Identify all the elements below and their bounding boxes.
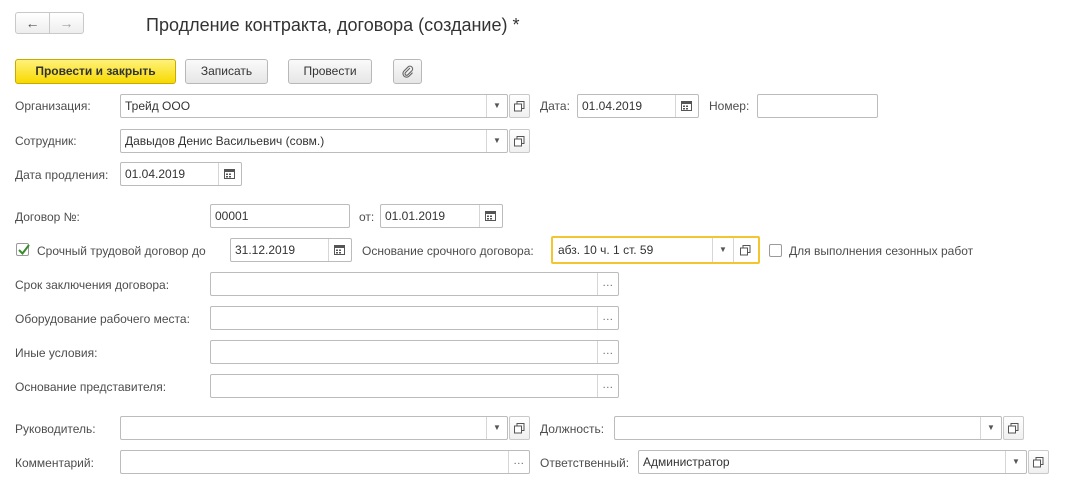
fixed-basis-open-button[interactable] bbox=[733, 238, 758, 262]
responsible-label: Ответственный: bbox=[540, 456, 630, 470]
comment-label: Комментарий: bbox=[15, 456, 94, 470]
arrow-right-icon: → bbox=[59, 15, 74, 31]
chevron-down-icon[interactable]: ▼ bbox=[980, 417, 1001, 439]
fixed-term-date-field[interactable]: 31.12.2019 bbox=[230, 238, 352, 262]
date-value: 01.04.2019 bbox=[582, 99, 643, 113]
rep-basis-field[interactable]: ... bbox=[210, 374, 619, 398]
responsible-value: Администратор bbox=[643, 455, 730, 469]
term-select-button[interactable]: ... bbox=[597, 273, 618, 295]
position-field[interactable]: ▼ bbox=[614, 416, 1002, 440]
extension-date-value: 01.04.2019 bbox=[125, 167, 186, 181]
chevron-down-icon[interactable]: ▼ bbox=[486, 417, 507, 439]
organization-value: Трейд ООО bbox=[125, 99, 191, 113]
open-icon bbox=[1033, 457, 1044, 468]
chevron-down-icon[interactable]: ▼ bbox=[712, 238, 733, 262]
organization-label: Организация: bbox=[15, 99, 91, 113]
contract-from-calendar-button[interactable] bbox=[479, 205, 502, 227]
organization-field[interactable]: Трейд ООО ▼ bbox=[120, 94, 508, 118]
contract-no-field[interactable]: 00001 bbox=[210, 204, 350, 228]
contract-from-field[interactable]: 01.01.2019 bbox=[380, 204, 503, 228]
fixed-term-checkbox[interactable] bbox=[16, 243, 30, 256]
other-conditions-select-button[interactable]: ... bbox=[597, 341, 618, 363]
chevron-down-icon[interactable]: ▼ bbox=[486, 95, 507, 117]
contract-no-label: Договор №: bbox=[15, 210, 80, 224]
contract-from-value: 01.01.2019 bbox=[385, 209, 446, 223]
contract-from-label: от: bbox=[359, 210, 375, 224]
number-label: Номер: bbox=[709, 99, 750, 113]
calendar-icon bbox=[224, 169, 235, 179]
seasonal-checkbox[interactable] bbox=[769, 244, 782, 257]
fixed-term-calendar-button[interactable] bbox=[328, 239, 351, 261]
contract-no-value: 00001 bbox=[215, 209, 249, 223]
calendar-icon bbox=[485, 211, 496, 221]
open-icon bbox=[740, 245, 751, 256]
employee-open-button[interactable] bbox=[509, 129, 530, 153]
checkmark-icon bbox=[18, 244, 30, 256]
equipment-select-button[interactable]: ... bbox=[597, 307, 618, 329]
fixed-basis-label: Основание срочного договора: bbox=[362, 244, 534, 258]
open-icon bbox=[514, 136, 525, 147]
responsible-open-button[interactable] bbox=[1028, 450, 1049, 474]
other-conditions-label: Иные условия: bbox=[15, 346, 98, 360]
forward-button[interactable]: → bbox=[49, 12, 84, 34]
open-icon bbox=[514, 101, 525, 112]
post-and-close-button[interactable]: Провести и закрыть bbox=[15, 59, 176, 84]
head-field[interactable]: ▼ bbox=[120, 416, 508, 440]
date-calendar-button[interactable] bbox=[675, 95, 698, 117]
chevron-down-icon[interactable]: ▼ bbox=[486, 130, 507, 152]
position-open-button[interactable] bbox=[1003, 416, 1024, 440]
responsible-field[interactable]: Администратор ▼ bbox=[638, 450, 1027, 474]
open-icon bbox=[1008, 423, 1019, 434]
employee-value: Давыдов Денис Васильевич (совм.) bbox=[125, 134, 325, 148]
post-button[interactable]: Провести bbox=[288, 59, 372, 84]
head-label: Руководитель: bbox=[15, 422, 96, 436]
chevron-down-icon[interactable]: ▼ bbox=[1005, 451, 1026, 473]
extension-date-calendar-button[interactable] bbox=[218, 163, 241, 185]
term-field[interactable]: ... bbox=[210, 272, 619, 296]
head-open-button[interactable] bbox=[509, 416, 530, 440]
date-label: Дата: bbox=[540, 99, 570, 113]
equipment-field[interactable]: ... bbox=[210, 306, 619, 330]
fixed-term-date-value: 31.12.2019 bbox=[235, 243, 296, 257]
open-icon bbox=[514, 423, 525, 434]
organization-open-button[interactable] bbox=[509, 94, 530, 118]
employee-label: Сотрудник: bbox=[15, 134, 77, 148]
rep-basis-select-button[interactable]: ... bbox=[597, 375, 618, 397]
attach-button[interactable] bbox=[393, 59, 422, 84]
paperclip-icon bbox=[402, 65, 414, 78]
seasonal-label[interactable]: Для выполнения сезонных работ bbox=[789, 244, 973, 258]
calendar-icon bbox=[681, 101, 692, 111]
number-field[interactable] bbox=[757, 94, 878, 118]
date-field[interactable]: 01.04.2019 bbox=[577, 94, 699, 118]
rep-basis-label: Основание представителя: bbox=[15, 380, 167, 394]
fixed-term-label[interactable]: Срочный трудовой договор до bbox=[37, 244, 206, 258]
fixed-basis-value: абз. 10 ч. 1 ст. 59 bbox=[558, 243, 654, 257]
extension-date-field[interactable]: 01.04.2019 bbox=[120, 162, 242, 186]
extension-date-label: Дата продления: bbox=[15, 168, 109, 182]
other-conditions-field[interactable]: ... bbox=[210, 340, 619, 364]
back-button[interactable]: ← bbox=[15, 12, 50, 34]
arrow-left-icon: ← bbox=[25, 15, 40, 31]
equipment-label: Оборудование рабочего места: bbox=[15, 312, 190, 326]
page-title: Продление контракта, договора (создание)… bbox=[146, 15, 520, 35]
fixed-basis-field[interactable]: абз. 10 ч. 1 ст. 59 ▼ bbox=[551, 236, 760, 264]
comment-select-button[interactable]: ... bbox=[508, 451, 529, 473]
employee-field[interactable]: Давыдов Денис Васильевич (совм.) ▼ bbox=[120, 129, 508, 153]
term-label: Срок заключения договора: bbox=[15, 278, 170, 292]
write-button[interactable]: Записать bbox=[185, 59, 268, 84]
comment-field[interactable]: ... bbox=[120, 450, 530, 474]
calendar-icon bbox=[334, 245, 345, 255]
position-label: Должность: bbox=[540, 422, 605, 436]
